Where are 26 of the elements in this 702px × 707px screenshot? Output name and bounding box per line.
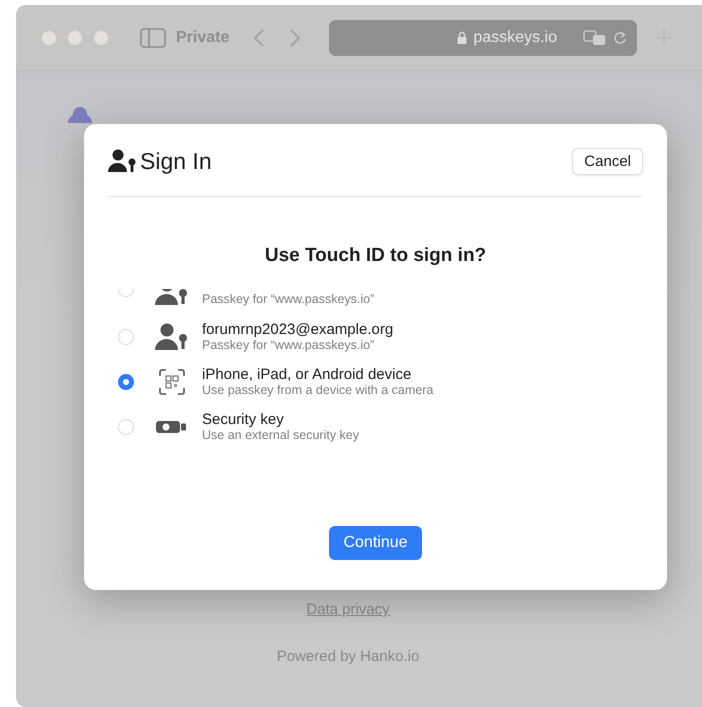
private-label: Private: [176, 28, 230, 46]
qr-code-icon: [159, 368, 185, 394]
cancel-button[interactable]: Cancel: [572, 148, 643, 174]
option-title: forumrnp2023@example.org: [202, 321, 394, 338]
powered-by-text: Powered by Hanko.io: [276, 648, 420, 665]
continue-button[interactable]: Continue: [329, 526, 422, 560]
data-privacy-link[interactable]: Data privacy: [306, 601, 390, 618]
dialog-title: Sign In: [140, 148, 212, 174]
reload-icon[interactable]: [613, 30, 628, 46]
back-icon[interactable]: [253, 28, 266, 48]
sidebar-icon[interactable]: [140, 28, 166, 48]
option-subtitle: Use an external security key: [202, 428, 360, 442]
option-subtitle: Passkey for “www.passkeys.io”: [202, 338, 376, 352]
option-subtitle: Use passkey from a device with a camera: [202, 383, 434, 397]
lock-icon: [457, 31, 468, 44]
window-minimize-button[interactable]: [68, 30, 82, 44]
forward-icon[interactable]: [289, 28, 302, 48]
window-close-button[interactable]: [42, 30, 56, 44]
option-title: iPhone, iPad, or Android device: [202, 366, 412, 383]
security-key-icon: [156, 420, 188, 434]
address-bar[interactable]: passkeys.io: [329, 20, 638, 56]
option-title: Security key: [202, 411, 285, 428]
translate-icon[interactable]: [583, 30, 608, 46]
option-subtitle: Passkey for “www.passkeys.io”: [202, 292, 374, 306]
dialog-heading: Use Touch ID to sign in?: [264, 245, 488, 267]
window-zoom-button[interactable]: [94, 30, 108, 44]
